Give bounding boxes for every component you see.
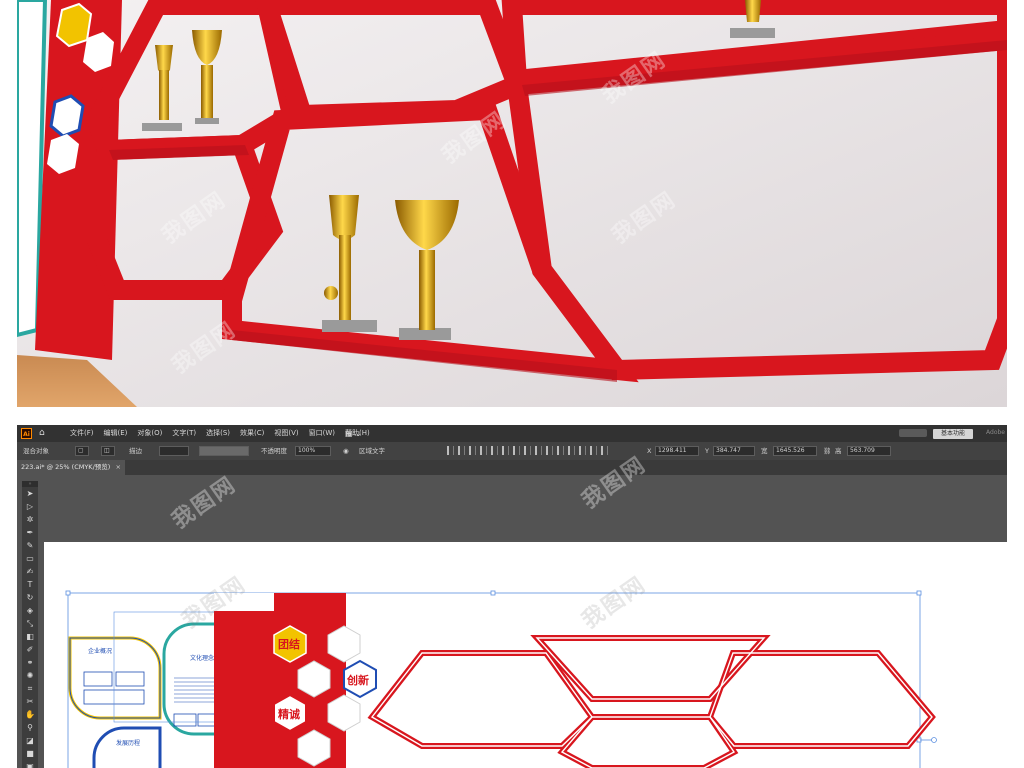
panel-title-culture-concept: 文化理念 [190, 655, 215, 662]
adobe-label: Adobe [986, 429, 1005, 436]
align-center-icon[interactable] [458, 446, 465, 455]
workspace-switcher[interactable]: 基本功能 [933, 429, 973, 439]
y-field[interactable]: 384.747 [713, 446, 755, 456]
distribute-middle-icon[interactable] [524, 446, 531, 455]
fill-swatch[interactable]: ▢ [75, 446, 89, 456]
y-label: Y [705, 447, 709, 455]
illustrator-window: Ai ⌂ 文件(F) 编辑(E) 对象(O) 文字(T) 选择(S) 效果(C)… [17, 425, 1007, 768]
color-mode-icon[interactable]: ■ [22, 747, 38, 760]
menu-window[interactable]: 窗口(W) [304, 425, 340, 442]
hex-label-excellence: 精诚 [278, 708, 300, 721]
align-icons [447, 446, 608, 456]
eyedropper-tool-icon[interactable]: ✐ [22, 643, 38, 656]
align-bottom-icon[interactable] [502, 446, 509, 455]
distribute-top-icon[interactable] [513, 446, 520, 455]
paintbrush-tool-icon[interactable]: ✍ [22, 565, 38, 578]
transform-icon[interactable] [590, 446, 597, 455]
menu-view[interactable]: 视图(V) [269, 425, 303, 442]
magic-wand-tool-icon[interactable]: ✲ [22, 513, 38, 526]
slice-tool-icon[interactable]: ✂ [22, 695, 38, 708]
trophy-wall-photo: 我图网 我图网 我图网 我图网 我图网 [17, 0, 1007, 407]
artboard-artwork [65, 590, 937, 768]
eraser-tool-icon[interactable]: ◈ [22, 604, 38, 617]
menu-edit[interactable]: 编辑(E) [99, 425, 133, 442]
hand-tool-icon[interactable]: ✋ [22, 708, 38, 721]
align-to-icon[interactable] [579, 446, 586, 455]
constrain-icon[interactable]: ⛓ [823, 446, 831, 456]
rotate-tool-icon[interactable]: ↻ [22, 591, 38, 604]
menu-select[interactable]: 选择(S) [201, 425, 235, 442]
fill-stroke-icon[interactable]: ◪ [22, 734, 38, 747]
hex-label-unity: 团结 [278, 638, 300, 651]
opacity-field[interactable]: 100% [295, 446, 331, 456]
distribute-center-icon[interactable] [557, 446, 564, 455]
pen-tool-icon[interactable]: ✒ [22, 526, 38, 539]
search-pill[interactable] [899, 429, 927, 437]
align-right-icon[interactable] [469, 446, 476, 455]
document-tab-title: 223.ai* @ 25% (CMYK/预览) [21, 463, 111, 471]
close-tab-icon[interactable]: × [116, 460, 121, 475]
direct-selection-tool-icon[interactable]: ▷ [22, 500, 38, 513]
curvature-tool-icon[interactable]: ✎ [22, 539, 38, 552]
artboard-tool-icon[interactable]: ⌗ [22, 682, 38, 695]
variable-width-profile[interactable] [199, 446, 249, 456]
menu-file[interactable]: 文件(F) [65, 425, 99, 442]
w-label: 宽 [761, 447, 768, 455]
distribute-bottom-icon[interactable] [535, 446, 542, 455]
control-bar: 混合对象 ▢ ◫ 描边 不透明度 100% ◉ 区域文字 X 1298.411 [17, 442, 1007, 460]
region-text-label: 区域文字 [359, 447, 385, 455]
stroke-swatch[interactable]: ◫ [101, 446, 115, 456]
menu-effect[interactable]: 效果(C) [235, 425, 269, 442]
stroke-weight-field[interactable] [159, 446, 189, 456]
blend-tool-icon[interactable]: ⚭ [22, 656, 38, 669]
distribute-left-icon[interactable] [546, 446, 553, 455]
h-field[interactable]: 563.709 [847, 446, 891, 456]
selection-type-label: 混合对象 [23, 447, 49, 455]
arrange-documents-icon[interactable]: ▦ ⌄ [345, 429, 362, 438]
align-left-icon[interactable] [447, 446, 454, 455]
menu-bar: Ai ⌂ 文件(F) 编辑(E) 对象(O) 文字(T) 选择(S) 效果(C)… [17, 425, 1007, 442]
document-tab[interactable]: 223.ai* @ 25% (CMYK/预览) × [17, 460, 125, 475]
document-tab-bar: 223.ai* @ 25% (CMYK/预览) × [17, 460, 1007, 475]
menu-object[interactable]: 对象(O) [132, 425, 167, 442]
home-icon[interactable]: ⌂ [39, 428, 49, 438]
x-label: X [647, 447, 652, 455]
h-label: 高 [835, 447, 842, 455]
reference-point-icon[interactable] [601, 446, 608, 455]
x-field[interactable]: 1298.411 [655, 446, 699, 456]
trophy-wall-render [17, 0, 1007, 407]
rectangle-tool-icon[interactable]: ▭ [22, 552, 38, 565]
recolor-icon[interactable]: ◉ [343, 446, 349, 456]
menu-list: 文件(F) 编辑(E) 对象(O) 文字(T) 选择(S) 效果(C) 视图(V… [65, 425, 375, 442]
panel-title-company-overview: 企业概况 [88, 648, 113, 655]
menu-type[interactable]: 文字(T) [167, 425, 201, 442]
align-top-icon[interactable] [480, 446, 487, 455]
type-tool-icon[interactable]: T [22, 578, 38, 591]
distribute-right-icon[interactable] [568, 446, 575, 455]
artboard[interactable]: 团结 创新 精诚 企业概况 文化理念 发展历程 [44, 542, 1007, 768]
panel-title-development: 发展历程 [116, 740, 141, 747]
zoom-tool-icon[interactable]: ⚲ [22, 721, 38, 734]
selection-tool-icon[interactable]: ➤ [22, 487, 38, 500]
opacity-label: 不透明度 [261, 447, 287, 455]
w-field[interactable]: 1645.526 [773, 446, 817, 456]
stroke-label: 描边 [129, 447, 142, 455]
align-middle-icon[interactable] [491, 446, 498, 455]
scale-tool-icon[interactable]: ⤡ [22, 617, 38, 630]
symbol-sprayer-tool-icon[interactable]: ✺ [22, 669, 38, 682]
screen-mode-icon[interactable]: ▣ [22, 760, 38, 768]
gradient-tool-icon[interactable]: ◧ [22, 630, 38, 643]
watermark: 我图网 [167, 472, 242, 534]
hex-label-innovation: 创新 [347, 674, 369, 687]
tools-panel: » ➤ ▷ ✲ ✒ ✎ ▭ ✍ T ↻ ◈ ⤡ ◧ ✐ ⚭ ✺ ⌗ ✂ ✋ ⚲ … [22, 481, 38, 768]
app-logo[interactable]: Ai [21, 428, 32, 439]
